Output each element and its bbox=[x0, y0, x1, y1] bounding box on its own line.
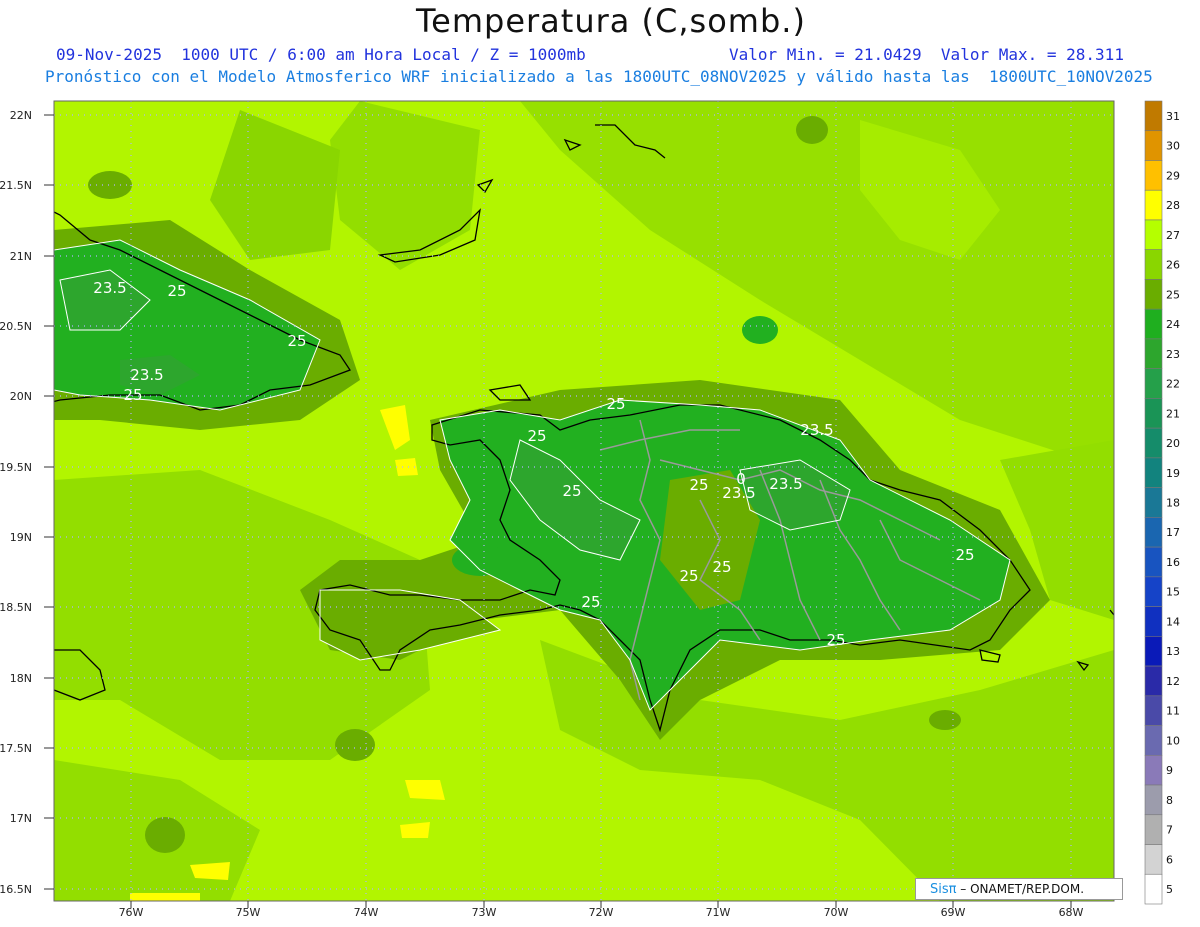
colorbar-swatch bbox=[1144, 219, 1163, 251]
contour-label: 25 bbox=[679, 567, 698, 585]
colorbar-label: 22 bbox=[1166, 378, 1180, 391]
colorbar-label: 30 bbox=[1166, 140, 1180, 153]
contour-label: 23.5 bbox=[769, 475, 802, 493]
colorbar-swatch bbox=[1144, 754, 1163, 786]
latitude-labels: 22N 21.5N 21N 20.5N 20N 19.5N 19N 18.5N 18N 17.5N… bbox=[0, 109, 54, 896]
colorbar-label: 7 bbox=[1166, 824, 1173, 837]
contour-label: 25 bbox=[581, 593, 600, 611]
contour-label: 25 bbox=[826, 631, 845, 649]
colorbar-swatch bbox=[1144, 517, 1163, 548]
colorbar-swatch bbox=[1144, 338, 1163, 369]
colorbar-label: 5 bbox=[1166, 883, 1173, 896]
colorbar-swatch bbox=[1144, 844, 1163, 875]
colorbar-swatch bbox=[1144, 160, 1163, 191]
colorbar-label: 25 bbox=[1166, 288, 1180, 301]
colorbar-label: 26 bbox=[1166, 259, 1180, 272]
colorbar-swatch bbox=[1144, 576, 1163, 607]
lat-label: 17.5N bbox=[0, 742, 32, 755]
contour-label: 25 bbox=[712, 558, 731, 576]
colorbar-label: 11 bbox=[1166, 705, 1180, 718]
lat-label: 18N bbox=[10, 672, 32, 685]
colorbar-label: 21 bbox=[1166, 407, 1180, 420]
colorbar-swatch bbox=[1144, 308, 1163, 340]
contour-label: 25 bbox=[562, 482, 581, 500]
colorbar-swatch bbox=[1144, 279, 1163, 310]
contour-label: 23.5 bbox=[93, 279, 126, 297]
lat-label: 17N bbox=[10, 812, 32, 825]
lat-label: 20.5N bbox=[0, 320, 32, 333]
colorbar-swatch bbox=[1144, 606, 1163, 637]
contour-label: 25 bbox=[123, 386, 142, 404]
lat-label: 16.5N bbox=[0, 883, 32, 896]
colorbar-label: 12 bbox=[1166, 675, 1180, 688]
colorbar-swatch bbox=[1144, 636, 1163, 667]
lat-label: 21.5N bbox=[0, 179, 32, 192]
colorbar-label: 6 bbox=[1166, 853, 1173, 866]
colorbar-label: 20 bbox=[1166, 437, 1180, 450]
contour-label: 25 bbox=[167, 282, 186, 300]
colorbar-swatch bbox=[1144, 784, 1163, 816]
lat-label: 19N bbox=[10, 531, 32, 544]
credit-box: Sisπ – ONAMET/REP.DOM. bbox=[915, 878, 1123, 900]
colorbar-label: 14 bbox=[1166, 615, 1180, 628]
colorbar-swatch bbox=[1144, 695, 1163, 726]
colorbar-swatch bbox=[1144, 546, 1163, 578]
colorbar-swatch bbox=[1144, 368, 1163, 399]
colorbar-swatch bbox=[1144, 487, 1163, 518]
colorbar-label: 16 bbox=[1166, 556, 1180, 569]
colorbar-label: 28 bbox=[1166, 199, 1180, 212]
contour-label: 25 bbox=[955, 546, 974, 564]
colorbar-swatch bbox=[1144, 873, 1163, 905]
colorbar-label: 31 bbox=[1166, 110, 1180, 123]
colorbar-swatch bbox=[1144, 130, 1163, 161]
contour-label: 25 bbox=[606, 395, 625, 413]
contour-label: 25 bbox=[287, 332, 306, 350]
contour-label: 25 bbox=[689, 476, 708, 494]
colorbar-swatch bbox=[1144, 100, 1163, 132]
lat-label: 19.5N bbox=[0, 461, 32, 474]
colorbar-label: 10 bbox=[1166, 734, 1180, 747]
sispi-logo: Sisπ bbox=[930, 882, 957, 897]
contour-label: 23.5 bbox=[722, 484, 755, 502]
colorbar-label: 27 bbox=[1166, 229, 1180, 242]
colorbar-swatch bbox=[1144, 398, 1163, 429]
colorbar-swatch bbox=[1144, 457, 1163, 488]
lat-label: 22N bbox=[10, 109, 32, 122]
contour-label: 23.5 bbox=[130, 366, 163, 384]
colorbar-swatch bbox=[1144, 814, 1163, 845]
colorbar-label: 24 bbox=[1166, 318, 1180, 331]
colorbar-label: 15 bbox=[1166, 586, 1180, 599]
colorbar: 31 30 29 28 27 26 25 24 23 22 21 20 19 18 17 16 15 14 13 12… bbox=[1144, 100, 1180, 905]
colorbar-label: 19 bbox=[1166, 467, 1180, 480]
colorbar-swatch bbox=[1144, 427, 1163, 459]
colorbar-label: 8 bbox=[1166, 794, 1173, 807]
colorbar-label: 18 bbox=[1166, 497, 1180, 510]
lat-label: 20N bbox=[10, 390, 32, 403]
longitude-labels: 76W 75W 74W 73W 72W 71W 70W 69W 68W bbox=[119, 901, 1084, 919]
colorbar-label: 9 bbox=[1166, 764, 1173, 777]
colorbar-label: 29 bbox=[1166, 169, 1180, 182]
map-field bbox=[54, 101, 1114, 901]
lat-label: 18.5N bbox=[0, 601, 32, 614]
contour-label: 23.5 bbox=[800, 421, 833, 439]
colorbar-label: 23 bbox=[1166, 348, 1180, 361]
temperature-map: 22N 21.5N 21N 20.5N 20N 19.5N 19N 18.5N 18N 17.5N… bbox=[0, 100, 1180, 919]
colorbar-label: 17 bbox=[1166, 526, 1180, 539]
credit-text: – ONAMET/REP.DOM. bbox=[960, 882, 1085, 896]
colorbar-label: 13 bbox=[1166, 645, 1180, 658]
contour-label: 25 bbox=[527, 427, 546, 445]
colorbar-swatch bbox=[1144, 665, 1163, 697]
colorbar-swatch bbox=[1144, 189, 1163, 221]
colorbar-swatch bbox=[1144, 249, 1163, 280]
lat-label: 21N bbox=[10, 250, 32, 263]
colorbar-swatch bbox=[1144, 725, 1163, 756]
